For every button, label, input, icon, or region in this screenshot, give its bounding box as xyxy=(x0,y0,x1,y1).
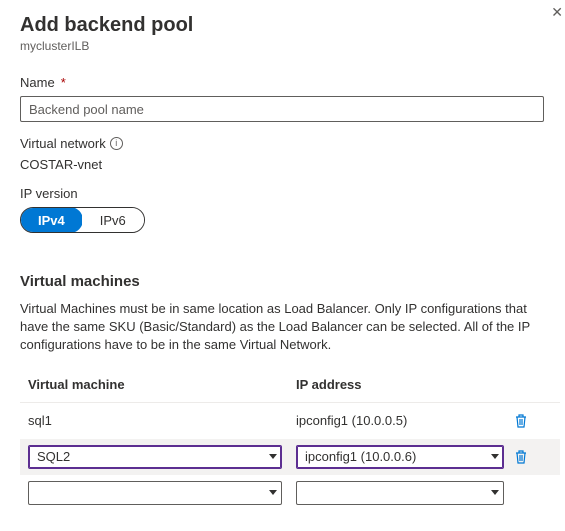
chevron-down-icon xyxy=(269,490,277,495)
vm-help-text: Virtual Machines must be in same locatio… xyxy=(20,300,544,355)
vm-table: Virtual machine IP address sql1 ipconfig… xyxy=(20,377,560,511)
vm-select-value: SQL2 xyxy=(37,449,70,464)
ip-version-ipv6[interactable]: IPv6 xyxy=(82,208,144,232)
chevron-down-icon xyxy=(269,454,277,459)
vm-section-heading: Virtual machines xyxy=(20,273,565,290)
table-row: SQL2 ipconfig1 (10.0.0.6) xyxy=(20,439,560,475)
close-icon[interactable]: ✕ xyxy=(551,4,563,21)
required-asterisk: * xyxy=(61,75,66,90)
ip-version-field: IP version IPv4 IPv6 xyxy=(20,186,565,233)
panel-header: Add backend pool myclusterILB xyxy=(20,14,565,53)
table-row xyxy=(20,475,560,511)
page-subtitle: myclusterILB xyxy=(20,39,565,53)
ip-version-ipv4[interactable]: IPv4 xyxy=(20,207,83,233)
chevron-down-icon xyxy=(491,454,499,459)
table-row: sql1 ipconfig1 (10.0.0.5) xyxy=(20,403,560,439)
vnet-value: COSTAR-vnet xyxy=(20,157,565,172)
vm-table-header: Virtual machine IP address xyxy=(20,377,560,403)
delete-icon[interactable] xyxy=(514,449,528,465)
vm-select[interactable] xyxy=(28,481,282,505)
delete-icon[interactable] xyxy=(514,413,528,429)
ip-version-label: IP version xyxy=(20,186,78,201)
vm-name-cell: sql1 xyxy=(28,413,296,428)
vm-select[interactable]: SQL2 xyxy=(28,445,282,469)
ip-select-value: ipconfig1 (10.0.0.6) xyxy=(305,449,416,464)
page-title: Add backend pool xyxy=(20,14,565,37)
vm-ip-cell: ipconfig1 (10.0.0.5) xyxy=(296,413,514,428)
chevron-down-icon xyxy=(491,490,499,495)
vnet-label: Virtual network xyxy=(20,136,106,151)
name-field: Name * xyxy=(20,75,565,122)
vnet-field: Virtual network i COSTAR-vnet xyxy=(20,136,565,172)
name-input[interactable] xyxy=(20,96,544,122)
name-label: Name xyxy=(20,75,55,90)
info-icon[interactable]: i xyxy=(110,137,123,150)
ip-select[interactable] xyxy=(296,481,504,505)
ip-select[interactable]: ipconfig1 (10.0.0.6) xyxy=(296,445,504,469)
col-header-vm: Virtual machine xyxy=(28,377,296,392)
col-header-ip: IP address xyxy=(296,377,526,392)
ip-version-toggle[interactable]: IPv4 IPv6 xyxy=(20,207,145,233)
